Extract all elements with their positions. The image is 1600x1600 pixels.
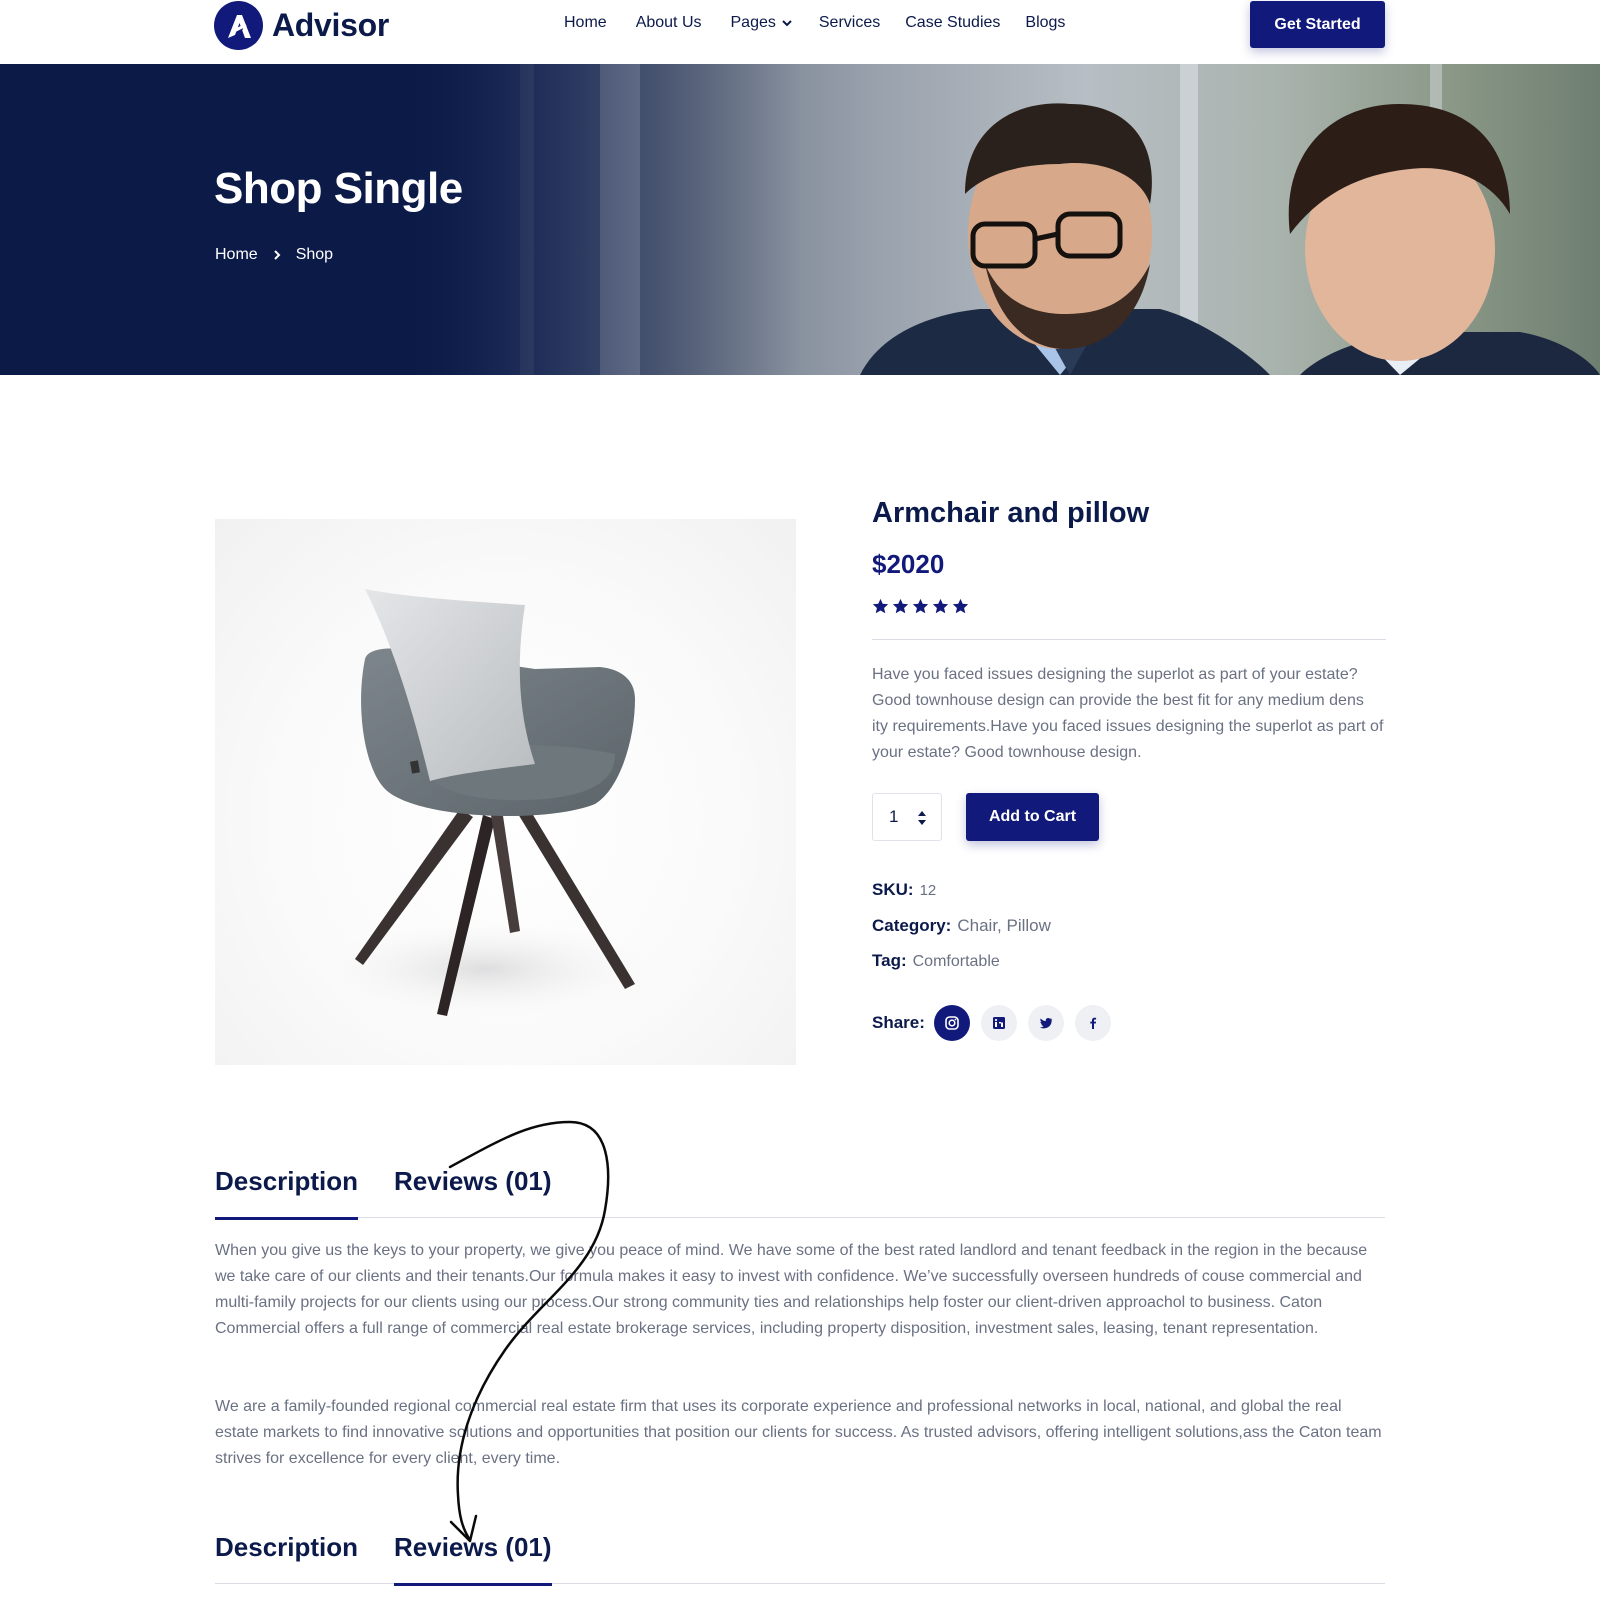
breadcrumb-shop: Shop	[295, 246, 334, 263]
tab-reviews[interactable]: Reviews (01)	[394, 1166, 552, 1207]
category-label: Category:	[872, 916, 952, 935]
logo-icon	[214, 1, 263, 50]
tag-value[interactable]: Comfortable	[913, 953, 1000, 971]
nav-about-us[interactable]: About Us	[636, 14, 702, 32]
armchair-illustration	[295, 589, 675, 1024]
rating-stars	[872, 598, 969, 615]
category-value[interactable]: Chair, Pillow	[957, 916, 1051, 936]
twitter-icon[interactable]	[1027, 1005, 1064, 1041]
star-icon	[872, 598, 889, 614]
nav-case-studies[interactable]: Case Studies	[905, 14, 1000, 32]
share-label: Share:	[872, 1013, 925, 1032]
share-row: Share:	[872, 1005, 1122, 1041]
product-category: Category: Chair, Pillow	[872, 916, 1051, 936]
page-title: Shop Single	[214, 164, 463, 213]
tab-reviews[interactable]: Reviews (01)	[394, 1532, 552, 1586]
chevron-down-icon	[782, 20, 792, 27]
quantity-stepper[interactable]: 1	[872, 793, 942, 841]
linkedin-icon[interactable]	[980, 1005, 1017, 1041]
quantity-value: 1	[889, 807, 899, 826]
product-sku: SKU: 12	[872, 880, 936, 900]
tab-description[interactable]: Description	[215, 1532, 358, 1573]
instagram-icon[interactable]	[933, 1005, 970, 1041]
sku-label: SKU:	[872, 880, 914, 899]
product-tabs-reviews: Description Reviews (01)	[215, 1532, 1385, 1586]
product-title: Armchair and pillow	[872, 497, 1150, 529]
nav-services[interactable]: Services	[819, 14, 880, 32]
get-started-button[interactable]: Get Started	[1250, 1, 1385, 48]
star-icon	[892, 598, 909, 614]
description-paragraph-1: When you give us the keys to your proper…	[215, 1242, 1368, 1337]
nav-blogs[interactable]: Blogs	[1025, 14, 1065, 32]
nav-pages-label: Pages	[730, 14, 776, 31]
page-hero: Shop Single Home Shop	[0, 64, 1600, 375]
product-tag: Tag: Comfortable	[872, 951, 1000, 971]
product-price: $2020	[872, 549, 945, 579]
hero-photo	[0, 64, 1600, 375]
sku-value: 12	[919, 882, 937, 899]
star-icon	[932, 598, 949, 614]
tag-label: Tag:	[872, 951, 907, 970]
tab-description[interactable]: Description	[215, 1166, 359, 1220]
brand-name: Advisor	[272, 7, 390, 43]
add-to-cart-button[interactable]: Add to Cart	[966, 793, 1099, 841]
facebook-icon[interactable]	[1074, 1005, 1111, 1041]
product-description: Have you faced issues designing the supe…	[872, 666, 1384, 761]
product-image	[215, 519, 796, 1065]
brand-logo[interactable]: Advisor	[214, 1, 389, 50]
nav-pages[interactable]: Pages	[731, 14, 793, 32]
main-nav: Home About Us Pages Services Case Studie…	[564, 14, 1065, 32]
breadcrumb-home[interactable]: Home	[215, 246, 258, 264]
up-down-arrow-icon[interactable]	[917, 809, 927, 827]
chevron-right-icon	[273, 250, 281, 260]
breadcrumb: Home Shop	[215, 246, 333, 264]
star-icon	[912, 598, 929, 614]
star-icon	[952, 598, 969, 614]
product-tabs: Description Reviews (01)	[215, 1166, 1385, 1220]
site-header: Advisor Home About Us Pages Services Cas…	[0, 0, 1600, 64]
nav-home[interactable]: Home	[564, 14, 607, 32]
divider	[872, 639, 1386, 640]
description-paragraph-2: We are a family-founded regional commerc…	[215, 1398, 1382, 1467]
